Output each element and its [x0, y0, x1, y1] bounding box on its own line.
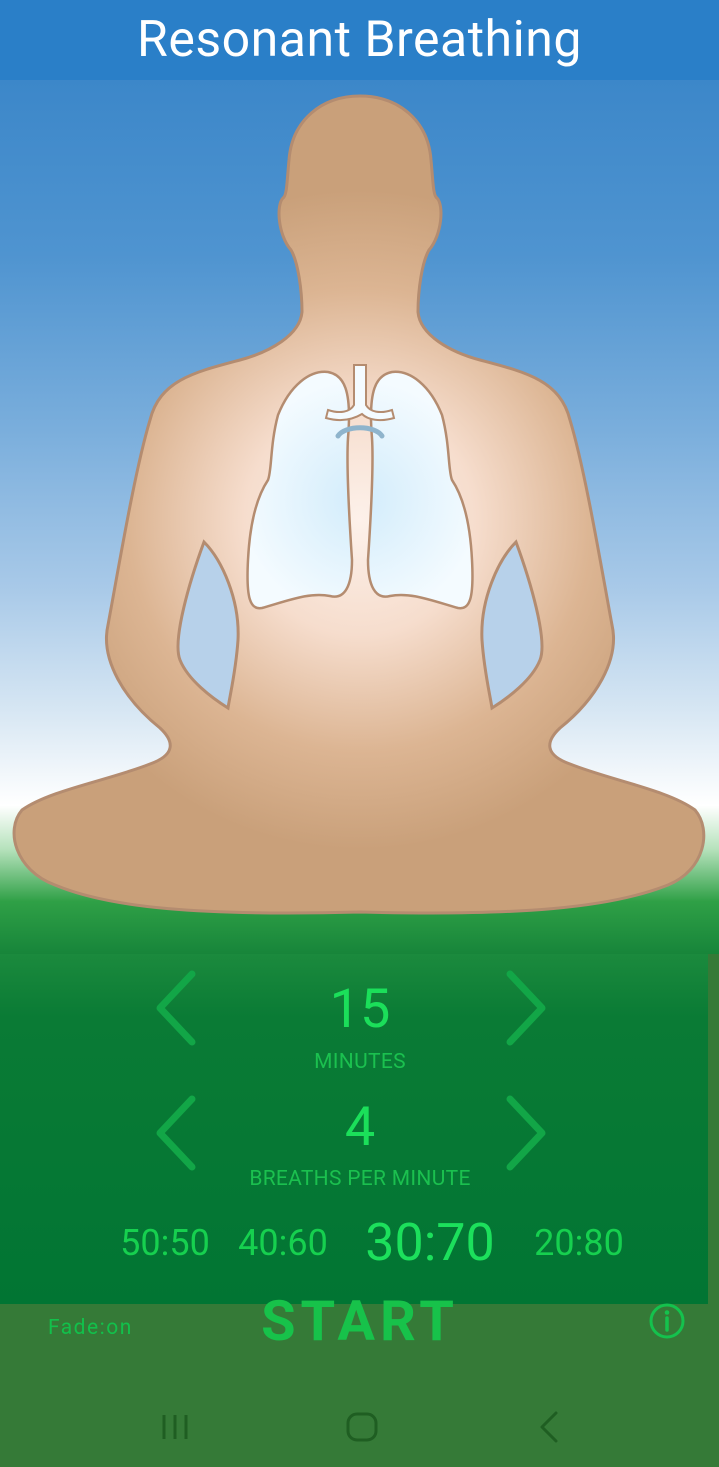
meditation-scene [0, 80, 719, 954]
breaths-label: BREATHS PER MINUTE [249, 1167, 471, 1191]
app-title-bar: Resonant Breathing [0, 0, 719, 80]
fade-toggle[interactable]: Fade:on [48, 1316, 133, 1340]
minutes-value: 15 [329, 978, 391, 1041]
minutes-label: MINUTES [314, 1050, 406, 1074]
decrease-minutes-button[interactable] [152, 970, 202, 1046]
increase-minutes-button[interactable] [500, 970, 550, 1046]
figure-body [12, 94, 706, 915]
info-icon[interactable] [648, 1302, 686, 1340]
meditating-figure-illustration [12, 94, 706, 915]
decrease-breaths-button[interactable] [152, 1095, 202, 1171]
ratio-option-30-70-selected[interactable]: 30:70 [350, 1212, 510, 1273]
recents-icon[interactable] [158, 1405, 194, 1449]
home-icon[interactable] [342, 1405, 382, 1449]
ratio-option-40-60[interactable]: 40:60 [228, 1222, 338, 1264]
back-icon[interactable] [532, 1405, 566, 1449]
ratio-option-20-80[interactable]: 20:80 [524, 1222, 634, 1264]
start-button[interactable]: START [230, 1288, 490, 1354]
ratio-option-50-50[interactable]: 50:50 [110, 1222, 220, 1264]
breaths-value: 4 [344, 1096, 376, 1159]
increase-breaths-button[interactable] [500, 1095, 550, 1171]
app-title: Resonant Breathing [137, 11, 582, 69]
